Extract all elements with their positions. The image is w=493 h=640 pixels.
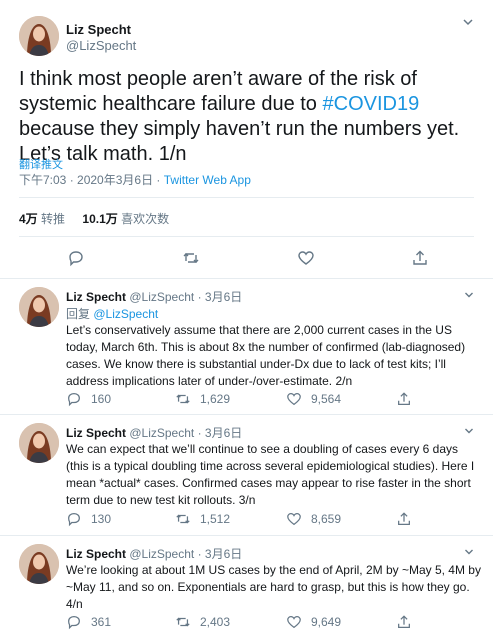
like-action[interactable]: 8,659 (286, 511, 341, 527)
replying-to: 回复 @LizSpecht (66, 305, 158, 322)
reply-tweet[interactable]: Liz Specht @LizSpecht · 3月6日 回复 @LizSpec… (0, 279, 493, 414)
author-meta[interactable]: @LizSpecht · 3月6日 (129, 547, 242, 561)
tweet-text: I think most people aren’t aware of the … (19, 67, 481, 167)
avatar[interactable] (19, 16, 59, 56)
main-tweet: Liz Specht @LizSpecht I think most peopl… (0, 0, 493, 278)
tweet-text: We’re looking at about 1M US cases by th… (66, 563, 481, 611)
author-name[interactable]: Liz Specht (66, 290, 126, 304)
divider (19, 236, 474, 237)
share-action[interactable] (396, 511, 421, 527)
retweet-count: 2,403 (200, 615, 231, 629)
retweets-count[interactable]: 4万 (19, 212, 38, 226)
chevron-down-icon[interactable] (463, 545, 475, 557)
reply-action[interactable]: 130 (66, 511, 111, 527)
like-icon[interactable] (286, 391, 302, 407)
like-action[interactable]: 9,564 (286, 391, 341, 407)
reply-tweet[interactable]: Liz Specht @LizSpecht · 3月6日 We can expe… (0, 415, 493, 535)
reply-count: 361 (91, 615, 112, 629)
chevron-down-icon[interactable] (463, 288, 475, 300)
replying-to-label: 回复 (66, 307, 94, 321)
retweet-action[interactable]: 1,629 (175, 391, 230, 407)
reply-count: 160 (91, 392, 112, 406)
share-icon[interactable] (396, 614, 412, 630)
retweet-icon[interactable] (175, 391, 191, 407)
timestamp[interactable]: 下午7:03 · 2020年3月6日 · (19, 173, 164, 187)
retweet-count: 1,512 (200, 512, 231, 526)
share-action[interactable] (396, 614, 421, 630)
tweet-stats: 4万 转推 10.1万 喜欢次数 (19, 210, 183, 227)
avatar[interactable] (19, 544, 59, 584)
retweet-icon[interactable] (175, 511, 191, 527)
retweet-icon[interactable] (182, 249, 200, 267)
divider (19, 197, 474, 198)
likes-label[interactable]: 喜欢次数 (121, 212, 169, 226)
retweet-count: 1,629 (200, 392, 231, 406)
like-icon[interactable] (286, 614, 302, 630)
reply-icon[interactable] (66, 511, 82, 527)
tweet-text-part: because they simply haven’t run the numb… (19, 118, 460, 165)
like-count: 8,659 (311, 512, 342, 526)
author-name[interactable]: Liz Specht (66, 22, 131, 37)
chevron-down-icon[interactable] (463, 424, 475, 436)
retweet-icon[interactable] (175, 614, 191, 630)
reply-action[interactable]: 361 (66, 614, 111, 630)
replying-to-handle[interactable]: @LizSpecht (93, 307, 158, 321)
reply-count: 130 (91, 512, 112, 526)
retweet-action[interactable]: 1,512 (175, 511, 230, 527)
retweet-action[interactable]: 2,403 (175, 614, 230, 630)
like-icon[interactable] (297, 249, 315, 267)
reply-header: Liz Specht @LizSpecht · 3月6日 (66, 545, 242, 562)
retweets-label[interactable]: 转推 (41, 212, 65, 226)
chevron-down-icon[interactable] (461, 15, 475, 29)
reply-action[interactable]: 160 (66, 391, 111, 407)
avatar[interactable] (19, 423, 59, 463)
reply-header: Liz Specht @LizSpecht · 3月6日 (66, 424, 242, 441)
tweet-text: We can expect that we’ll continue to see… (66, 442, 475, 507)
tweet-meta: 下午7:03 · 2020年3月6日 · Twitter Web App (19, 171, 251, 188)
like-count: 9,564 (311, 392, 342, 406)
reply-icon[interactable] (66, 391, 82, 407)
translate-link[interactable]: 翻译推文 (19, 156, 63, 172)
share-icon[interactable] (396, 511, 412, 527)
like-action[interactable]: 9,649 (286, 614, 341, 630)
share-icon[interactable] (411, 249, 429, 267)
reply-icon[interactable] (67, 249, 85, 267)
like-count: 9,649 (311, 615, 342, 629)
tweet-text: Let’s conservatively assume that there a… (66, 323, 466, 388)
author-meta[interactable]: @LizSpecht · 3月6日 (129, 426, 242, 440)
author-name[interactable]: Liz Specht (66, 426, 126, 440)
author-name[interactable]: Liz Specht (66, 547, 126, 561)
author-handle[interactable]: @LizSpecht (66, 38, 136, 53)
reply-icon[interactable] (66, 614, 82, 630)
hashtag-link[interactable]: #COVID19 (323, 93, 420, 115)
like-icon[interactable] (286, 511, 302, 527)
share-icon[interactable] (396, 391, 412, 407)
avatar[interactable] (19, 287, 59, 327)
author-meta[interactable]: @LizSpecht · 3月6日 (129, 290, 242, 304)
share-action[interactable] (396, 391, 421, 407)
app-link[interactable]: Twitter Web App (164, 173, 251, 187)
reply-tweet[interactable]: Liz Specht @LizSpecht · 3月6日 We’re looki… (0, 536, 493, 640)
likes-count[interactable]: 10.1万 (82, 212, 117, 226)
reply-header: Liz Specht @LizSpecht · 3月6日 (66, 288, 242, 305)
